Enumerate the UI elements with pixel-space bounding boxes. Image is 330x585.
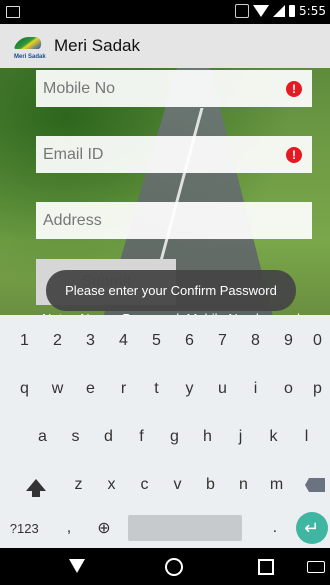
key-f[interactable]: f — [125, 423, 158, 451]
period-key[interactable]: . — [260, 513, 289, 543]
backspace-key[interactable] — [299, 470, 330, 500]
email-input[interactable] — [36, 144, 275, 165]
key-x[interactable]: x — [95, 470, 128, 500]
key-i[interactable]: i — [239, 375, 272, 403]
key-v[interactable]: v — [161, 470, 194, 500]
status-bar: 5:55 — [0, 0, 330, 24]
key-4[interactable]: 4 — [107, 327, 140, 355]
key-w[interactable]: w — [41, 375, 74, 403]
key-y[interactable]: y — [173, 375, 206, 403]
soft-keyboard: 1 2 3 4 5 6 7 8 9 0 q w e r t y u i o p … — [0, 315, 330, 548]
mobile-field[interactable]: ! — [36, 70, 312, 107]
wifi-icon — [253, 5, 270, 17]
mobile-input[interactable] — [36, 78, 275, 99]
globe-icon: ⊕ — [97, 520, 111, 537]
key-2[interactable]: 2 — [41, 327, 74, 355]
key-d[interactable]: d — [92, 423, 125, 451]
toast-message: Please enter your Confirm Password — [46, 270, 296, 311]
status-indicators: 5:55 — [235, 4, 326, 18]
key-5[interactable]: 5 — [140, 327, 173, 355]
key-8[interactable]: 8 — [239, 327, 272, 355]
key-r[interactable]: r — [107, 375, 140, 403]
home-icon[interactable] — [165, 558, 183, 576]
battery-icon — [289, 5, 296, 17]
key-n[interactable]: n — [227, 470, 260, 500]
shift-key[interactable] — [18, 470, 54, 500]
email-field[interactable]: ! — [36, 136, 312, 173]
recents-icon[interactable] — [258, 559, 274, 575]
key-a[interactable]: a — [26, 423, 59, 451]
key-o[interactable]: o — [272, 375, 305, 403]
key-k[interactable]: k — [257, 423, 290, 451]
key-6[interactable]: 6 — [173, 327, 206, 355]
back-icon[interactable] — [69, 559, 85, 573]
keyboard-switch-icon[interactable] — [307, 561, 325, 573]
key-q[interactable]: q — [8, 375, 41, 403]
key-z[interactable]: z — [62, 470, 95, 500]
key-e[interactable]: e — [74, 375, 107, 403]
enter-icon: ↵ — [295, 512, 328, 544]
key-g[interactable]: g — [158, 423, 191, 451]
shift-icon — [26, 479, 46, 497]
status-time: 5:55 — [299, 4, 326, 18]
key-9[interactable]: 9 — [272, 327, 305, 355]
vibrate-icon — [235, 4, 250, 18]
navigation-bar — [0, 548, 330, 585]
address-field[interactable] — [36, 202, 312, 239]
app-bar: Meri Sadak Meri Sadak — [0, 24, 330, 68]
key-3[interactable]: 3 — [74, 327, 107, 355]
key-u[interactable]: u — [206, 375, 239, 403]
key-7[interactable]: 7 — [206, 327, 239, 355]
language-key[interactable]: ⊕ — [89, 513, 118, 543]
error-icon: ! — [286, 80, 302, 97]
key-1[interactable]: 1 — [8, 327, 41, 355]
key-c[interactable]: c — [128, 470, 161, 500]
key-0[interactable]: 0 — [305, 327, 330, 355]
signal-icon — [273, 5, 286, 17]
backspace-icon — [305, 478, 325, 492]
key-l[interactable]: l — [290, 423, 323, 451]
symbols-key[interactable]: ?123 — [4, 513, 45, 543]
key-p[interactable]: p — [305, 375, 330, 403]
screenshot-notification-icon — [6, 6, 20, 18]
error-icon: ! — [286, 146, 302, 163]
key-s[interactable]: s — [59, 423, 92, 451]
key-b[interactable]: b — [194, 470, 227, 500]
comma-key[interactable]: , — [55, 513, 84, 543]
space-key[interactable] — [128, 513, 243, 543]
key-t[interactable]: t — [140, 375, 173, 403]
key-m[interactable]: m — [260, 470, 293, 500]
key-h[interactable]: h — [191, 423, 224, 451]
key-j[interactable]: j — [224, 423, 257, 451]
address-input[interactable] — [36, 210, 275, 231]
app-title: Meri Sadak — [54, 36, 140, 55]
meri-sadak-logo: Meri Sadak — [13, 31, 46, 61]
enter-key[interactable]: ↵ — [293, 511, 330, 545]
